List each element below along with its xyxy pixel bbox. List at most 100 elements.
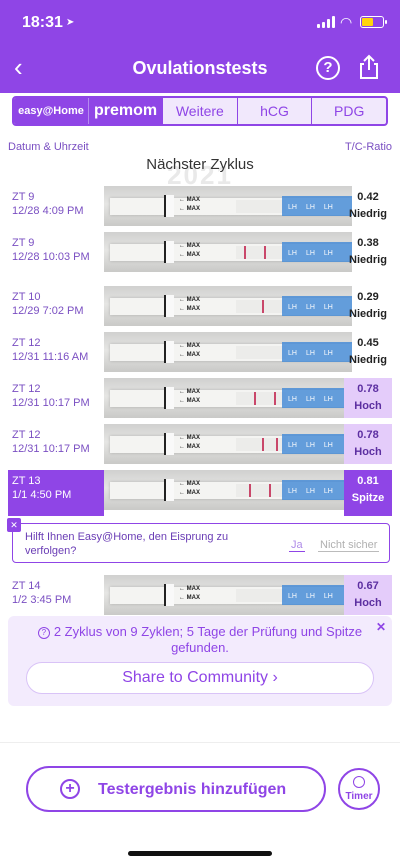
test-strip-image[interactable]: ← MAX ← MAX LH LH LH <box>104 332 352 372</box>
cycle-day: ZT 9 <box>12 237 35 249</box>
share-icon[interactable] <box>357 54 381 80</box>
test-line-mark <box>249 484 251 497</box>
test-line-mark <box>274 392 276 405</box>
strip-lh-band: LH LH LH <box>282 585 352 605</box>
test-time: 12/28 4:09 PM <box>12 205 84 217</box>
test-row[interactable]: ZT 10 12/29 7:02 PM ← MAX ← MAX LH LH LH 0.29 Ni… <box>8 286 392 326</box>
test-line-mark <box>276 438 278 451</box>
strip-max-label: ← MAX <box>179 352 201 358</box>
test-strip-image[interactable]: ← MAX ← MAX LH LH LH <box>104 186 352 226</box>
test-strip-image[interactable]: ← MAX ← MAX LH LH LH <box>104 575 352 615</box>
strip-max-label: ← MAX <box>179 595 201 601</box>
add-test-result-button[interactable]: + Testergebnis hinzufügen <box>26 766 326 812</box>
close-icon[interactable]: ✕ <box>7 518 21 532</box>
tab-premom[interactable]: premom <box>88 98 162 124</box>
share-to-community-button[interactable]: Share to Community › <box>26 662 374 694</box>
test-strip-image[interactable]: ← MAX ← MAX LH LH LH <box>104 470 352 510</box>
test-row[interactable]: ZT 12 12/31 11:16 AM ← MAX ← MAX LH LH LH 0.45 N… <box>8 332 392 372</box>
divider <box>0 742 400 743</box>
test-datetime: ZT 14 1/2 3:45 PM <box>8 575 104 615</box>
strip-lh-band: LH LH LH <box>282 242 352 262</box>
wifi-icon: ◠ <box>340 14 353 30</box>
strip-lh-band: LH LH LH <box>282 296 352 316</box>
test-strip-image[interactable]: ← MAX ← MAX LH LH LH <box>104 232 352 272</box>
test-datetime: ZT 9 12/28 10:03 PM <box>8 232 104 272</box>
test-line-mark <box>254 392 256 405</box>
strip-max-label: ← MAX <box>179 444 201 450</box>
test-time: 12/29 7:02 PM <box>12 305 84 317</box>
strip-lh-band: LH LH LH <box>282 388 352 408</box>
add-plus-icon: + <box>60 779 80 799</box>
test-strip-image[interactable]: ← MAX ← MAX LH LH LH <box>104 424 352 464</box>
cycle-summary-card: ✕ ? 2 Zyklus von 9 Zyklen; 5 Tage der Prü… <box>8 616 392 706</box>
ratio-level: Hoch <box>354 597 382 609</box>
cycle-day: ZT 12 <box>12 383 41 395</box>
strip-max-label: ← MAX <box>179 243 201 249</box>
strip-max-label: ← MAX <box>179 481 201 487</box>
ratio-value: 0.38 <box>357 237 379 249</box>
strip-max-label: ← MAX <box>179 306 201 312</box>
ratio-level: Hoch <box>354 400 382 412</box>
test-strip-image[interactable]: ← MAX ← MAX LH LH LH <box>104 378 352 418</box>
test-line-mark <box>264 246 266 259</box>
status-time: 18:31 <box>22 14 63 31</box>
strip-max-label: ← MAX <box>179 490 201 496</box>
add-test-result-label: Testergebnis hinzufügen <box>98 781 287 798</box>
close-icon[interactable]: ✕ <box>376 620 386 634</box>
test-strip-image[interactable]: ← MAX ← MAX LH LH LH <box>104 286 352 326</box>
test-list[interactable]: 2021 Nächster Zyklus ZT 9 12/28 4:09 PM ← … <box>0 156 400 724</box>
ratio-value: 0.67 <box>357 580 379 592</box>
ratio-level: Spitze <box>351 492 385 504</box>
test-line-mark <box>269 484 271 497</box>
test-row[interactable]: ZT 9 12/28 4:09 PM ← MAX ← MAX LH LH LH 0.42 Nie… <box>8 186 392 226</box>
tc-ratio: 0.81 Spitze <box>344 470 392 516</box>
test-time: 12/31 10:17 PM <box>12 443 90 455</box>
test-datetime: ZT 12 12/31 10:17 PM <box>8 424 104 464</box>
cycle-day: ZT 9 <box>12 191 35 203</box>
test-row[interactable]: ZT 14 1/2 3:45 PM ← MAX ← MAX LH LH LH 0.67 Hoch <box>8 575 392 615</box>
next-cycle-label: Nächster Zyklus <box>146 156 254 173</box>
ratio-value: 0.81 <box>357 475 379 487</box>
tc-ratio: 0.78 Hoch <box>344 424 392 464</box>
feedback-question: Hilft Ihnen Easy@Home, den Eisprung zu v… <box>25 531 229 557</box>
ratio-level: Niedrig <box>349 208 387 220</box>
feedback-yes-option[interactable]: Ja <box>289 539 305 552</box>
test-time: 1/1 4:50 PM <box>12 489 72 501</box>
test-row[interactable]: ZT 13 1/1 4:50 PM ← MAX ← MAX LH LH LH 0.81 Spit… <box>8 470 392 516</box>
test-row[interactable]: ZT 12 12/31 10:17 PM ← MAX ← MAX LH LH LH 0.78 H… <box>8 424 392 464</box>
tc-ratio: 0.67 Hoch <box>344 575 392 615</box>
tc-ratio: 0.45 Niedrig <box>344 332 392 372</box>
timer-button[interactable]: Timer <box>338 768 380 810</box>
test-row[interactable]: ZT 12 12/31 10:17 PM ← MAX ← MAX LH LH LH 0.78 H… <box>8 378 392 418</box>
tab-pdg[interactable]: PDG <box>311 98 386 124</box>
strip-max-label: ← MAX <box>179 206 201 212</box>
strip-max-label: ← MAX <box>179 197 201 203</box>
test-time: 12/31 10:17 PM <box>12 397 90 409</box>
ratio-level: Niedrig <box>349 354 387 366</box>
cellular-signal-icon <box>317 16 335 28</box>
help-question-icon[interactable]: ? <box>316 56 340 80</box>
strip-max-label: ← MAX <box>179 435 201 441</box>
strip-max-label: ← MAX <box>179 398 201 404</box>
ratio-value: 0.78 <box>357 429 379 441</box>
tracking-feedback-prompt: ✕ Hilft Ihnen Easy@Home, den Eisprung zu… <box>7 518 390 563</box>
test-datetime: ZT 13 1/1 4:50 PM <box>8 470 104 516</box>
ratio-value: 0.78 <box>357 383 379 395</box>
strip-lh-band: LH LH LH <box>282 342 352 362</box>
column-header-ratio: T/C-Ratio <box>344 141 392 153</box>
test-row[interactable]: ZT 9 12/28 10:03 PM ← MAX ← MAX LH LH LH 0.38 Ni… <box>8 232 392 272</box>
strip-max-label: ← MAX <box>179 343 201 349</box>
tab-hcg[interactable]: hCG <box>236 98 312 124</box>
tab-easy-home[interactable]: easy@Home <box>14 98 88 124</box>
tab-weitere[interactable]: Weitere <box>162 98 237 124</box>
test-line-mark <box>262 300 264 313</box>
column-header-datetime: Datum & Uhrzeit <box>8 141 89 153</box>
battery-icon <box>360 16 387 28</box>
location-arrow-icon: ➤ <box>66 17 75 28</box>
test-datetime: ZT 12 12/31 11:16 AM <box>8 332 104 372</box>
feedback-unsure-option[interactable]: Nicht sicher <box>318 539 380 552</box>
info-icon: ? <box>37 627 50 639</box>
summary-text: 2 Zyklus von 9 Zyklen; 5 Tage der Prüfun… <box>53 624 363 655</box>
test-time: 12/31 11:16 AM <box>12 351 89 363</box>
cycle-day: ZT 12 <box>12 337 41 349</box>
